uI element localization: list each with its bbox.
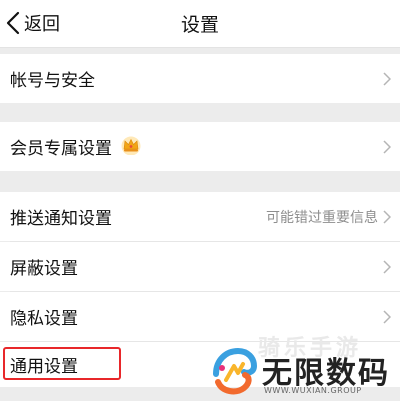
- chevron-right-icon: [383, 71, 391, 86]
- settings-item-general[interactable]: 通用设置: [0, 342, 400, 387]
- settings-item-label: 隐私设置: [10, 309, 78, 329]
- settings-item-privacy[interactable]: 隐私设置: [0, 292, 400, 341]
- watermark-sub-text: WWW.WUXIAN.GROUP: [264, 386, 362, 395]
- settings-item-push-notification[interactable]: 推送通知设置 可能错过重要信息: [0, 192, 400, 241]
- settings-item-member[interactable]: 会员专属设置: [0, 122, 400, 171]
- chevron-right-icon: [383, 209, 391, 224]
- chevron-right-icon: [383, 139, 391, 154]
- chevron-right-icon: [383, 309, 391, 324]
- settings-item-label: 通用设置: [10, 357, 78, 377]
- chevron-right-icon: [383, 259, 391, 274]
- crown-icon: [120, 135, 142, 159]
- settings-item-label: 帐号与安全: [10, 71, 95, 91]
- settings-item-hint: 可能错过重要信息: [266, 209, 378, 226]
- settings-item-account-security[interactable]: 帐号与安全: [0, 54, 400, 103]
- nav-bar: 返回 设置: [0, 0, 400, 48]
- page-title: 设置: [180, 14, 219, 36]
- settings-item-label: 推送通知设置: [10, 209, 112, 229]
- settings-item-label: 会员专属设置: [10, 139, 112, 159]
- settings-item-label: 屏蔽设置: [10, 259, 78, 279]
- settings-item-block[interactable]: 屏蔽设置: [0, 242, 400, 291]
